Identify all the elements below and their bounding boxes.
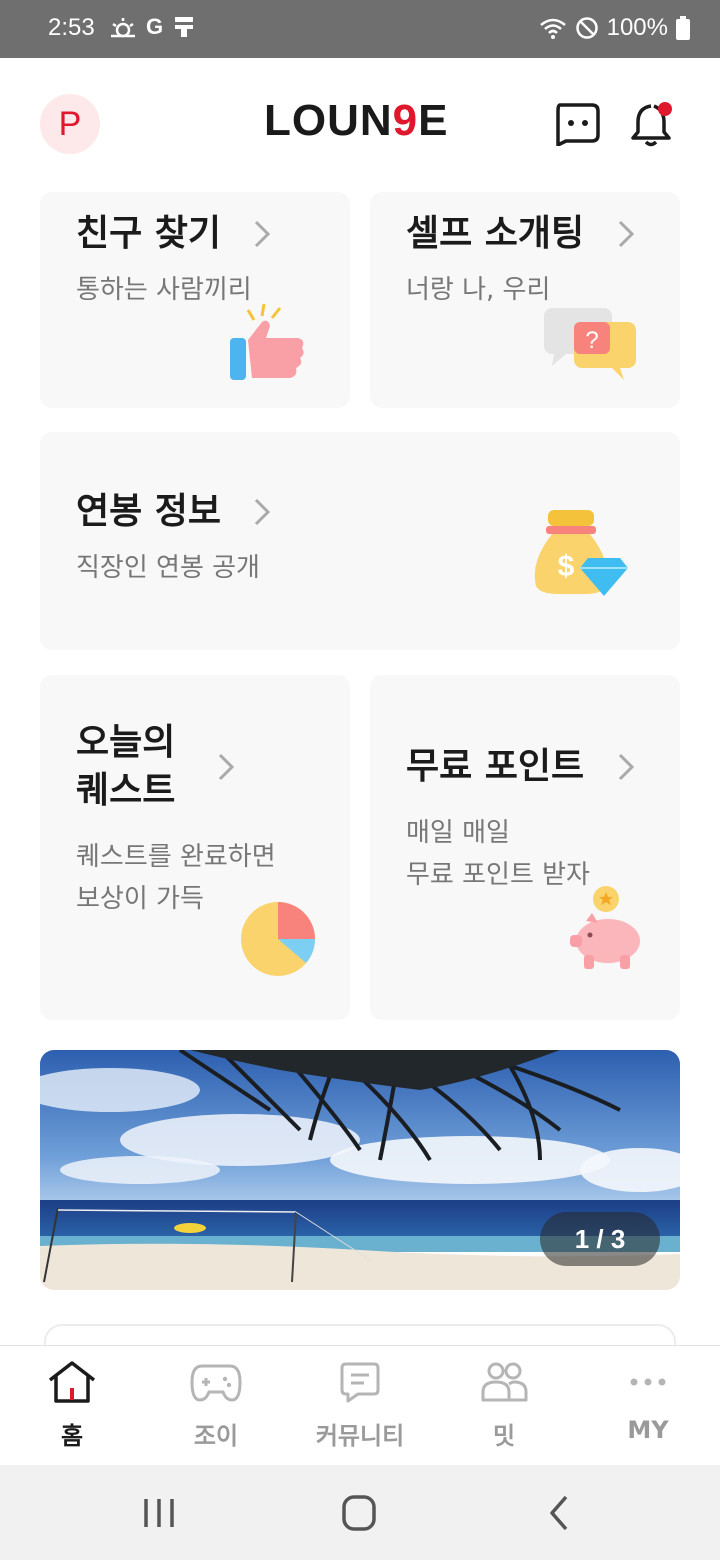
do-not-disturb-icon <box>575 17 598 39</box>
logo-suffix: E <box>418 96 449 145</box>
nav-item-meet[interactable]: 밋 <box>432 1346 576 1466</box>
google-icon: G <box>146 14 164 39</box>
card-title-line1: 오늘의 <box>76 722 176 763</box>
notification-bell-icon[interactable] <box>630 100 676 148</box>
chevron-right-icon <box>618 220 635 248</box>
carousel-page-indicator: 1 / 3 <box>540 1212 660 1266</box>
chat-bubble-icon <box>340 1362 380 1403</box>
nav-label: 홈 <box>60 1422 84 1450</box>
home-button-icon[interactable] <box>334 1493 384 1533</box>
nav-label: 밋 <box>492 1422 516 1450</box>
svg-text:?: ? <box>585 327 598 354</box>
nav-item-my[interactable]: MY <box>576 1346 720 1466</box>
chevron-right-icon <box>254 220 271 248</box>
bottom-navigation: 홈 조이 커뮤니티 밋 MY <box>0 1345 720 1465</box>
nav-item-community[interactable]: 커뮤니티 <box>288 1346 432 1466</box>
profile-avatar[interactable]: P <box>40 94 100 154</box>
card-title-line2: 퀘스트 <box>76 770 176 811</box>
friend-finder-card[interactable]: 친구 찾기 통하는 사람끼리 <box>40 192 350 408</box>
messenger-icon[interactable] <box>552 102 600 146</box>
logo-nine: 9 <box>392 96 419 145</box>
wifi-icon <box>539 18 566 39</box>
home-icon <box>48 1361 96 1403</box>
more-dots-icon <box>630 1378 666 1386</box>
app-logo: LOUN9E <box>264 96 449 146</box>
logo-prefix: LOUN <box>264 96 393 145</box>
salary-info-card[interactable]: 연봉 정보 직장인 연봉 공개 $ <box>40 432 680 650</box>
back-icon[interactable] <box>536 1493 586 1533</box>
card-title: 친구 찾기 <box>76 213 222 254</box>
screen: 2:53 G 100% P LOUN9E 친구 찾기 통하는 사람끼리 셀프 소… <box>0 0 720 1560</box>
nav-label: MY <box>627 1416 669 1444</box>
card-subtitle-line1: 퀘스트를 완료하면 <box>76 842 276 872</box>
promo-banner-carousel[interactable]: 1 / 3 <box>40 1050 680 1290</box>
battery-icon <box>676 16 690 40</box>
svg-text:$: $ <box>558 550 575 583</box>
status-right: 100% <box>539 14 690 42</box>
people-icon <box>481 1362 528 1402</box>
chevron-right-icon <box>218 753 235 781</box>
daily-quest-card[interactable]: 오늘의 퀘스트 퀘스트를 완료하면 보상이 가득 <box>40 675 350 1020</box>
battery-percent: 100% <box>606 14 668 41</box>
question-bubble-icon: ? <box>544 308 636 380</box>
nav-item-home[interactable]: 홈 <box>0 1346 144 1466</box>
free-points-card[interactable]: 무료 포인트 매일 매일 무료 포인트 받자 <box>370 675 680 1020</box>
notification-icon <box>175 17 194 37</box>
card-subtitle-line1: 매일 매일 <box>406 818 510 848</box>
recent-apps-icon[interactable] <box>134 1493 184 1533</box>
card-title: 연봉 정보 <box>76 491 222 532</box>
nav-label: 조이 <box>193 1422 239 1450</box>
status-time: 2:53 <box>48 14 95 41</box>
card-subtitle-line2: 보상이 가득 <box>76 884 204 914</box>
self-blind-date-card[interactable]: 셀프 소개팅 너랑 나, 우리 ? <box>370 192 680 408</box>
card-title: 무료 포인트 <box>406 746 585 787</box>
pie-chart-icon <box>241 902 315 976</box>
app-header: P LOUN9E <box>0 58 720 192</box>
card-subtitle-line2: 무료 포인트 받자 <box>406 860 590 890</box>
piggy-bank-icon <box>570 886 640 969</box>
system-navigation-bar <box>0 1465 720 1560</box>
status-bar: 2:53 G 100% <box>0 0 720 58</box>
card-subtitle: 너랑 나, 우리 <box>406 275 551 305</box>
nav-label: 커뮤니티 <box>315 1422 405 1450</box>
card-subtitle: 직장인 연봉 공개 <box>76 553 260 583</box>
money-bag-icon: $ <box>534 510 628 596</box>
nav-item-joy[interactable]: 조이 <box>144 1346 288 1466</box>
weather-icon <box>111 18 135 38</box>
thumbs-up-icon <box>230 303 304 380</box>
chevron-right-icon <box>254 498 271 526</box>
status-left-icons: G <box>110 14 195 40</box>
gamepad-icon <box>190 1364 242 1402</box>
chevron-right-icon <box>618 753 635 781</box>
card-title: 셀프 소개팅 <box>406 213 585 254</box>
